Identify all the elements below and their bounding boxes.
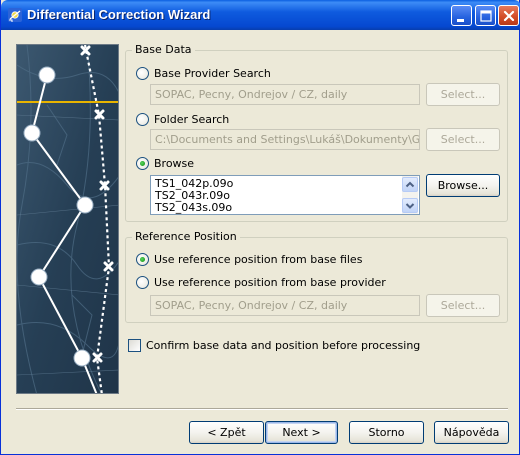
folder-select-button[interactable]: Select... [426,128,500,151]
browse-label: Browse [154,157,195,170]
base-data-legend: Base Data [132,43,195,56]
ref-provider-field: SOPAC, Pecny, Ondrejov / CZ, daily [150,295,420,316]
radio-button[interactable] [136,67,149,80]
radio-button[interactable] [136,157,149,170]
base-data-group: Base Data Base Provider Search SOPAC, Pe… [125,43,508,222]
wizard-side-image [16,44,119,394]
base-provider-select-button[interactable]: Select... [426,83,500,106]
footer-separator [16,408,508,410]
wizard-window: Differential Correction Wizard Base Data… [0,0,520,455]
browse-button[interactable]: Browse... [426,174,500,197]
list-item[interactable]: TS2_043s.09o [155,202,232,214]
arrow-up-icon [405,181,415,188]
base-provider-search-label: Base Provider Search [154,67,271,80]
ref-provider-select-button[interactable]: Select... [426,294,500,317]
next-button[interactable]: Next > [265,421,338,444]
minimize-icon [457,19,464,22]
folder-search-label: Folder Search [154,113,230,126]
base-provider-field: SOPAC, Pecny, Ondrejov / CZ, daily [150,84,420,105]
cancel-button[interactable]: Storno [349,421,424,444]
back-button[interactable]: < Zpět [189,421,264,444]
ref-from-base-provider-label: Use reference position from base provide… [154,276,386,289]
radio-button[interactable] [136,253,149,266]
maximize-icon [480,10,492,22]
close-button[interactable] [498,5,519,26]
radio-selected-dot [140,257,145,262]
radio-selected-dot [140,161,145,166]
help-button[interactable]: Nápověda [434,421,509,444]
folder-path-field: C:\Documents and Settings\Lukáš\Dokument… [150,129,420,150]
window-title: Differential Correction Wizard [27,7,211,22]
radio-button[interactable] [136,113,149,126]
confirm-label: Confirm base data and position before pr… [146,339,421,352]
close-icon [503,10,515,22]
scroll-down-button[interactable] [402,198,418,213]
base-files-list[interactable]: TS1_042p.09o TS2_043r.09o TS2_043s.09o [150,175,420,215]
maximize-button[interactable] [475,5,496,26]
reference-position-legend: Reference Position [132,230,240,243]
satellite-icon [8,8,22,22]
title-bar[interactable]: Differential Correction Wizard [1,0,520,30]
radio-button[interactable] [136,276,149,289]
reference-position-group: Reference Position Use reference positio… [125,230,508,323]
minimize-button[interactable] [451,5,472,26]
arrow-down-icon [405,203,415,209]
scroll-up-button[interactable] [402,177,418,192]
confirm-checkbox[interactable] [128,339,141,352]
ref-from-base-files-label: Use reference position from base files [154,253,363,266]
